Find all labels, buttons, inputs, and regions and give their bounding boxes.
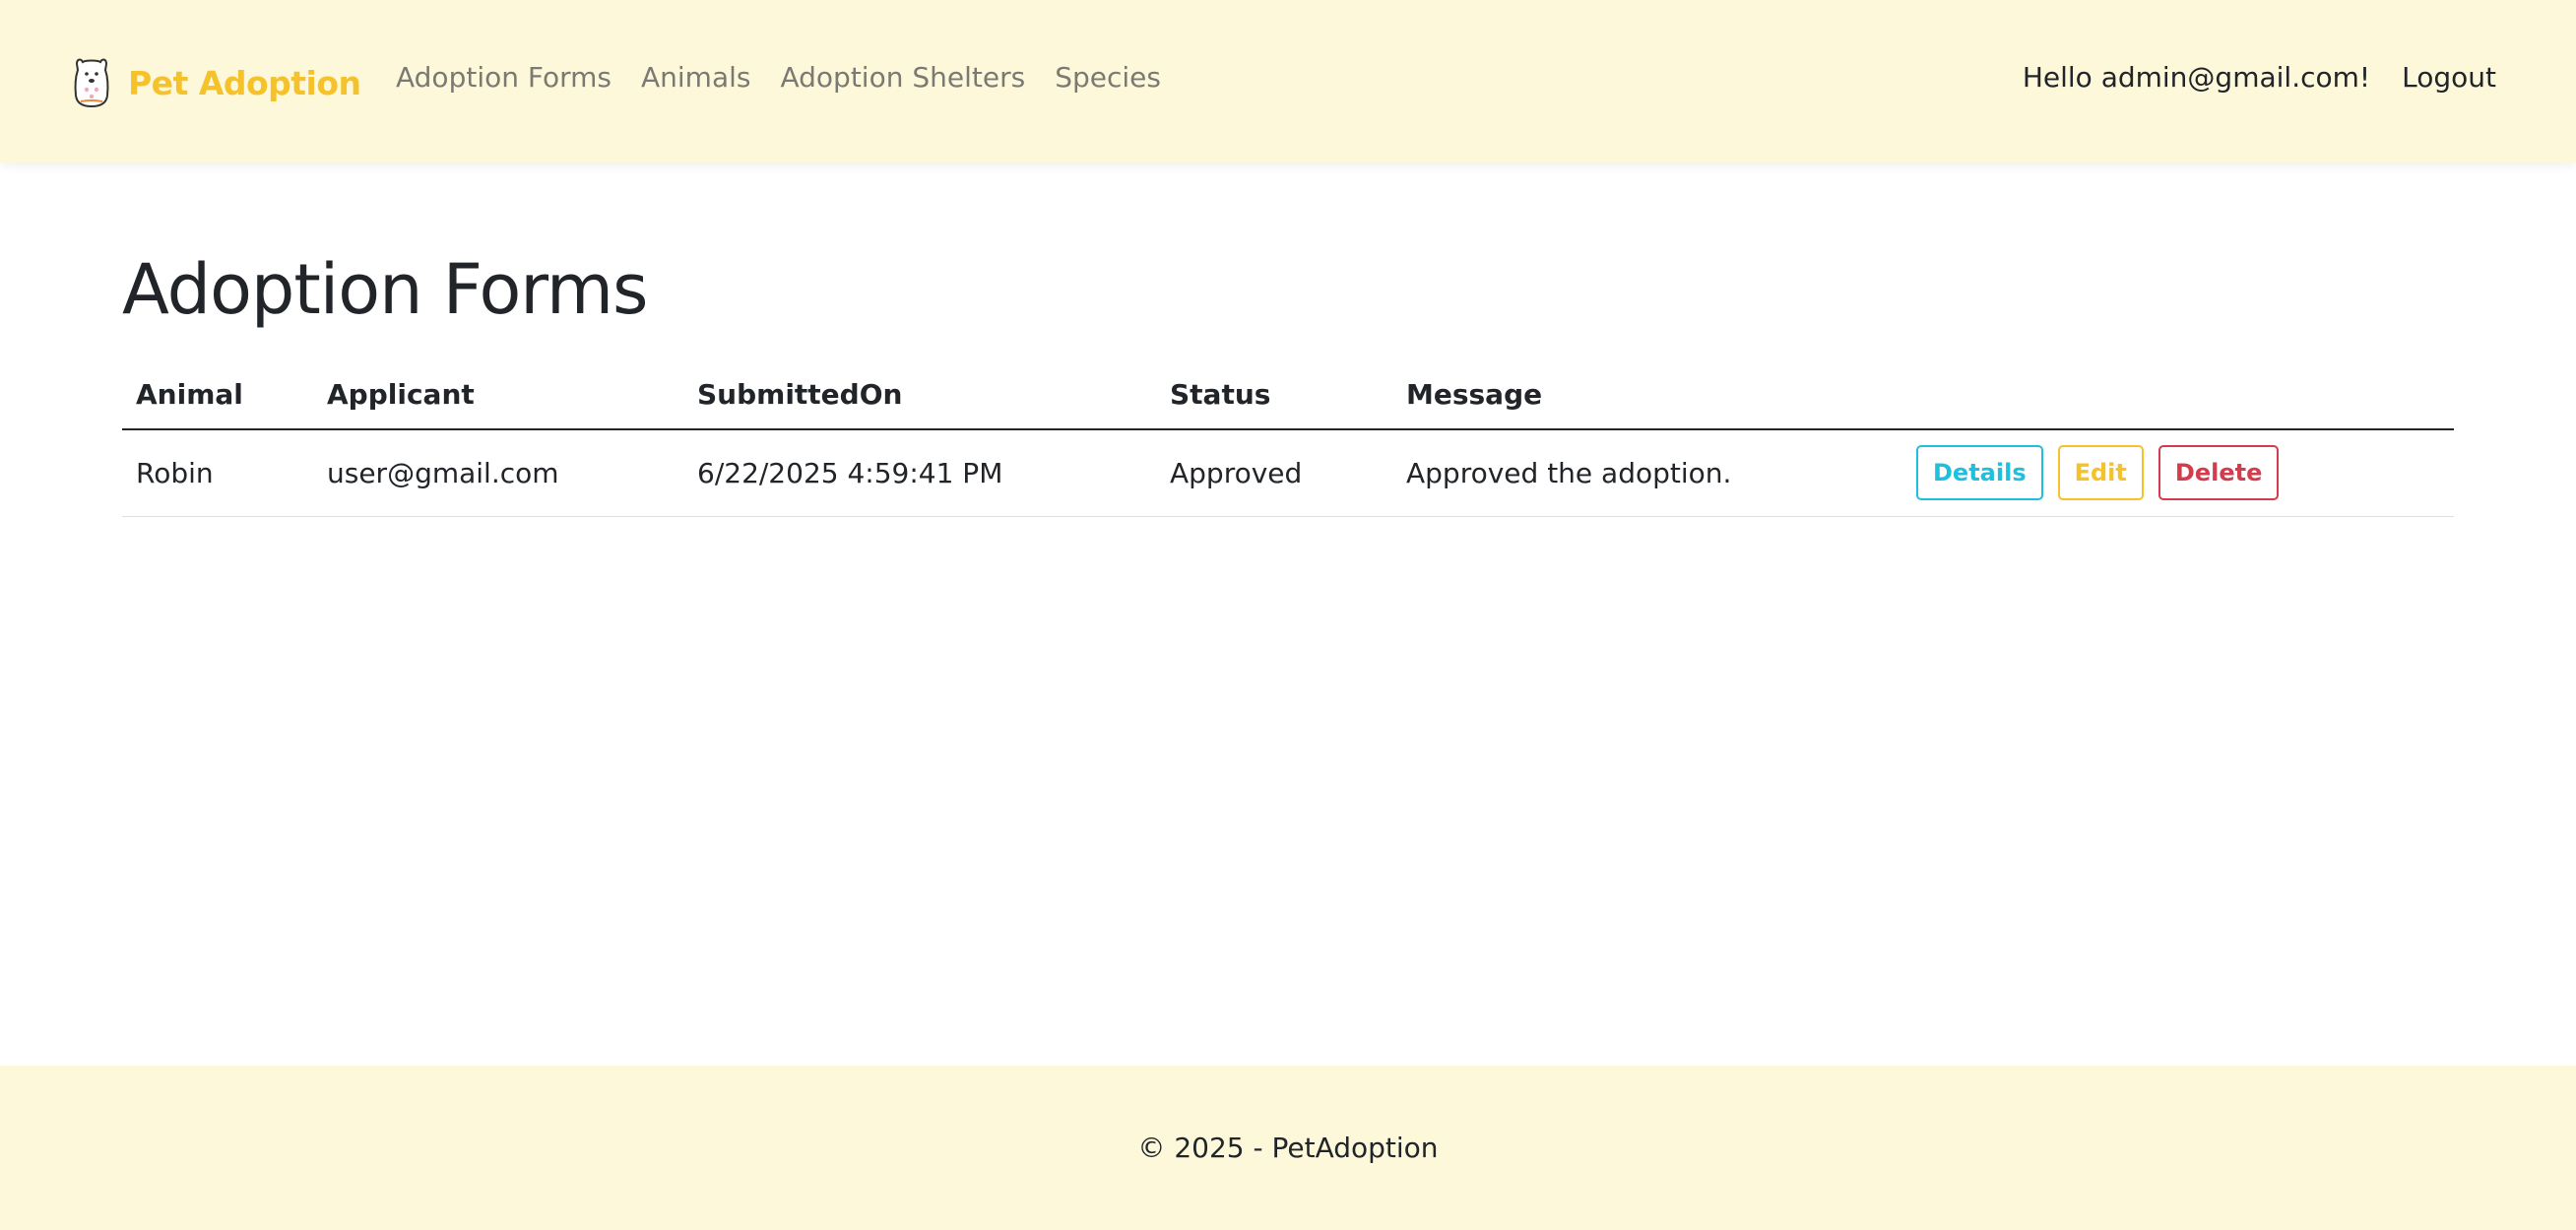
edit-button[interactable]: Edit: [2057, 445, 2144, 501]
navbar: Pet Adoption Adoption Forms Animals Adop…: [0, 0, 2576, 162]
cell-status: Approved: [1156, 429, 1392, 517]
cell-applicant: user@gmail.com: [313, 429, 683, 517]
cell-animal: Robin: [122, 429, 313, 517]
brand-link[interactable]: Pet Adoption: [73, 53, 361, 112]
details-button[interactable]: Details: [1916, 445, 2043, 501]
header-submitted-on: SubmittedOn: [683, 368, 1156, 430]
footer: © 2025 - PetAdoption: [0, 1066, 2576, 1230]
header-status: Status: [1156, 368, 1392, 430]
header-row: Animal Applicant SubmittedOn Status Mess…: [122, 368, 2454, 430]
cell-message: Approved the adoption.: [1392, 429, 1902, 517]
dog-logo-icon: [74, 58, 109, 108]
logout-button[interactable]: Logout: [2402, 61, 2496, 94]
user-area: Hello admin@gmail.com! Logout: [2023, 61, 2496, 94]
table-header: Animal Applicant SubmittedOn Status Mess…: [122, 368, 2454, 430]
main-nav: Adoption Forms Animals Adoption Shelters…: [396, 61, 1191, 94]
nav-link-animals[interactable]: Animals: [641, 61, 750, 94]
cell-submitted-on: 6/22/2025 4:59:41 PM: [683, 429, 1156, 517]
brand-name: Pet Adoption: [128, 63, 361, 102]
nav-link-adoption-shelters[interactable]: Adoption Shelters: [780, 61, 1025, 94]
main-content: Adoption Forms Animal Applicant Submitte…: [122, 248, 2454, 517]
user-greeting: Hello admin@gmail.com!: [2022, 61, 2371, 94]
table-row: Robin user@gmail.com 6/22/2025 4:59:41 P…: [122, 429, 2454, 517]
nav-link-adoption-forms[interactable]: Adoption Forms: [396, 61, 612, 94]
delete-button[interactable]: Delete: [2157, 445, 2280, 501]
header-actions: [1902, 368, 2454, 430]
header-applicant: Applicant: [313, 368, 683, 430]
table-body: Robin user@gmail.com 6/22/2025 4:59:41 P…: [122, 429, 2454, 517]
nav-link-species[interactable]: Species: [1055, 61, 1161, 94]
header-message: Message: [1392, 368, 1902, 430]
page-title: Adoption Forms: [122, 249, 649, 330]
row-actions: Details Edit Delete: [1916, 445, 2440, 501]
cell-actions: Details Edit Delete: [1902, 429, 2454, 517]
header-animal: Animal: [122, 368, 313, 430]
footer-copyright: © 2025 - PetAdoption: [1137, 1132, 1439, 1164]
adoption-forms-table: Animal Applicant SubmittedOn Status Mess…: [122, 368, 2454, 517]
